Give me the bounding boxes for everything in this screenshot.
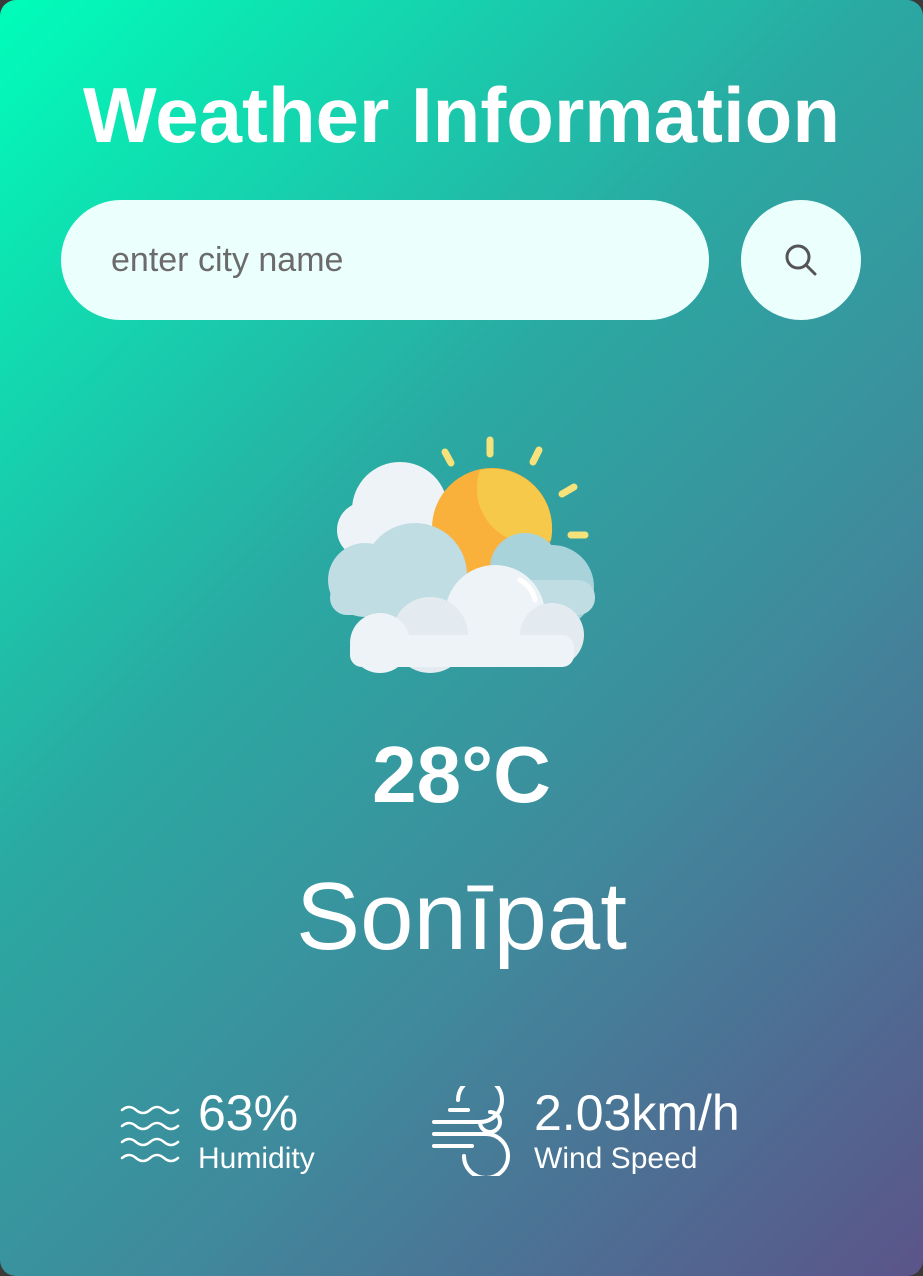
search-button[interactable]	[741, 200, 861, 320]
weather-card: Weather Information enter city name 28°C…	[0, 0, 923, 1276]
wind-detail: 2.03km/h Wind Speed	[428, 1085, 740, 1177]
wind-value: 2.03km/h	[534, 1085, 740, 1141]
page-title: Weather Information	[83, 71, 840, 159]
humidity-label: Humidity	[198, 1142, 315, 1175]
partly-cloudy-icon	[328, 436, 595, 673]
humidity-detail: 63% Humidity	[118, 1085, 315, 1177]
temperature: 28°C	[372, 730, 551, 819]
city-name: Sonīpat	[296, 863, 627, 970]
wind-icon	[432, 1086, 510, 1176]
search-icon	[785, 244, 817, 276]
humidity-value: 63%	[198, 1085, 299, 1141]
search-input[interactable]	[61, 200, 709, 320]
wind-label: Wind Speed	[534, 1142, 698, 1175]
humidity-waves-icon	[120, 1105, 180, 1163]
